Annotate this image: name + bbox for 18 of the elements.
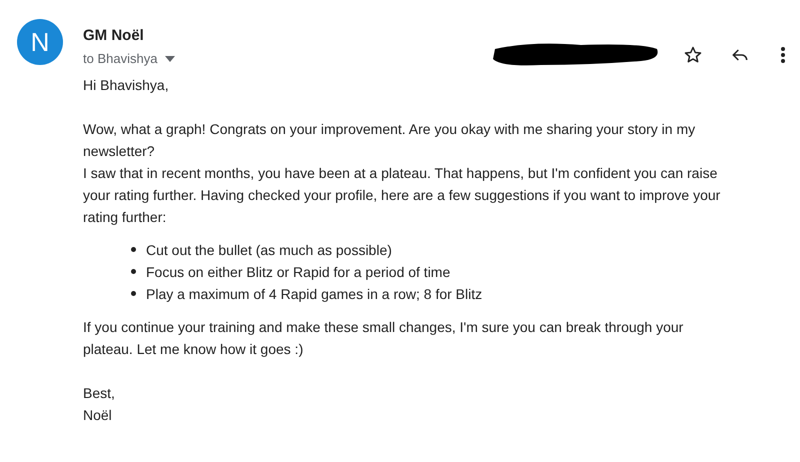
avatar: N [17,19,63,65]
star-icon[interactable] [683,45,703,65]
signoff-line: Best, [83,384,116,402]
bullet-text: Play a maximum of 4 Rapid games in a row; 8 for Blitz [146,284,482,304]
sender-name: GM Noël [83,26,145,46]
bullet-text: Cut out the bullet (as much as possible) [146,240,392,260]
body-paragraph: I saw that in recent months, you have been at a plateau. That happens, but I'm confident you can raise your rating further. Having checked your profile, here are a few suggestions if you want to improve your rating further: [83,164,722,227]
bullet-text: Focus on either Blitz or Rapid for a period of time [146,262,450,282]
greeting: Hi Bhavishya, [83,76,170,95]
signoff-line: Noël [83,406,113,424]
recipient-label: to Bhavishya [83,50,158,68]
more-options-icon[interactable] [780,46,786,64]
closing-paragraph: If you continue your training and make these small changes, I'm sure you can break through your plateau. Let me know how it goes :) [83,318,684,359]
bullet-icon [131,291,136,296]
bullet-icon [131,269,136,274]
bullet-icon [131,247,136,252]
body-paragraph: Wow, what a graph! Congrats on your improvement. Are you okay with me sharing your story in my newsletter? [83,120,696,160]
dropdown-caret-icon[interactable] [165,56,176,62]
